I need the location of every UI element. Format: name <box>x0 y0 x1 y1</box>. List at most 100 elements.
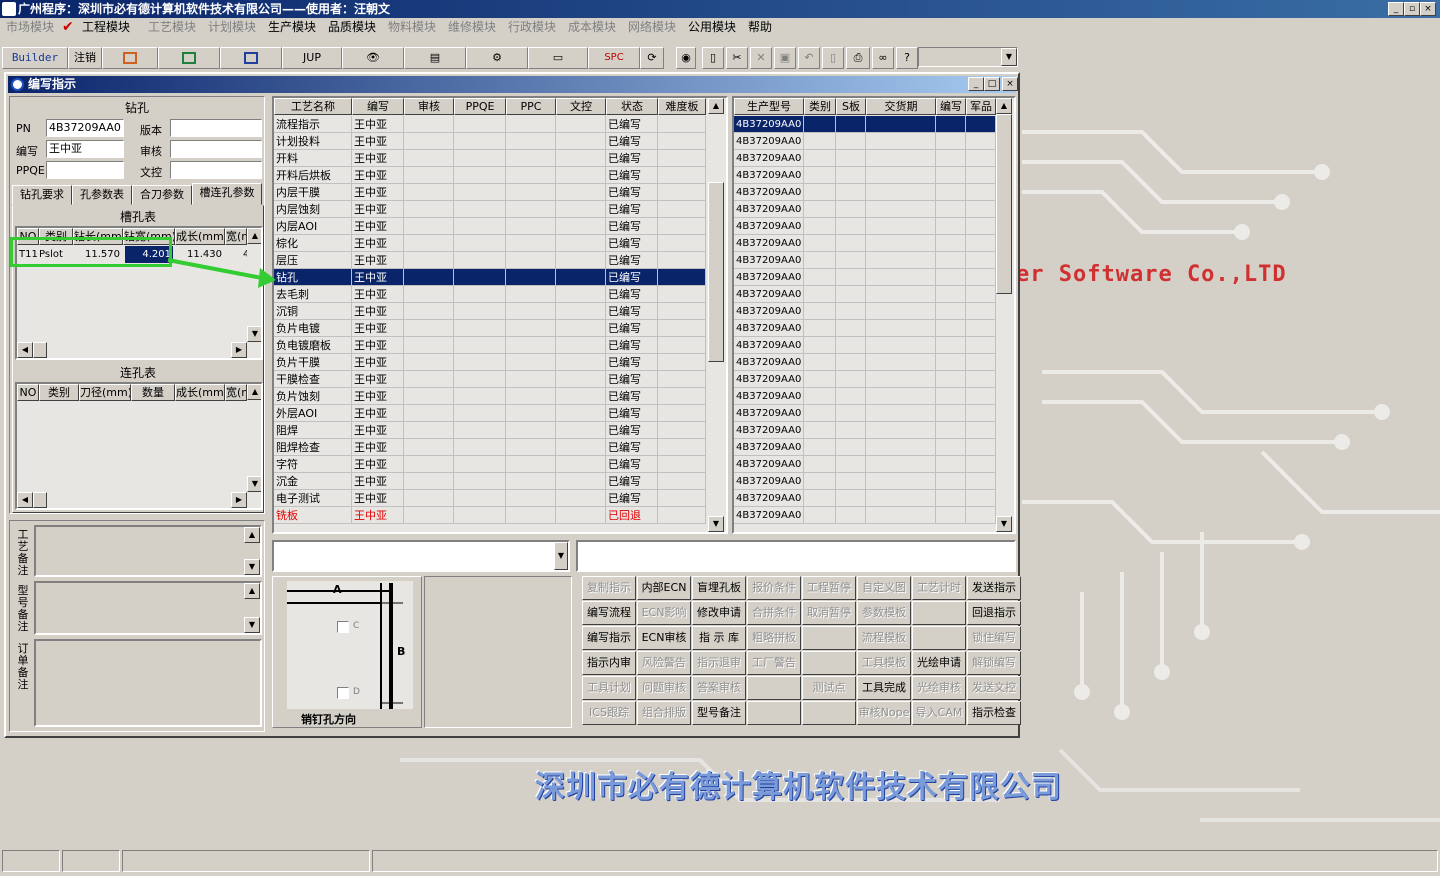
model-col-type[interactable]: 类别 <box>804 98 836 115</box>
window-close-button[interactable]: × <box>1002 77 1018 91</box>
window-minimize-button[interactable]: _ <box>968 77 984 91</box>
action-button[interactable]: 指示检查 <box>967 701 1021 725</box>
table-row[interactable]: 4B37209AA0 <box>734 439 996 456</box>
process-col-review[interactable]: 审核 <box>404 98 454 115</box>
process-vscroll[interactable]: ▲ ▼ <box>708 98 724 532</box>
action-button[interactable] <box>747 701 801 725</box>
action-button[interactable]: ECN审核 <box>637 626 691 650</box>
scroll-up-icon[interactable]: ▲ <box>247 384 261 400</box>
action-button[interactable]: 编写流程 <box>582 601 636 625</box>
table-row[interactable]: 负片蚀刻 王中亚 已编写 <box>274 388 706 405</box>
action-button[interactable] <box>802 701 856 725</box>
scroll-down-icon[interactable]: ▼ <box>996 516 1012 532</box>
table-row[interactable]: 开料后烘板 王中亚 已编写 <box>274 167 706 184</box>
table-row[interactable]: 4B37209AA0 <box>734 490 996 507</box>
table-row[interactable]: 4B37209AA0 <box>734 405 996 422</box>
table-row[interactable]: 4B37209AA0 <box>734 320 996 337</box>
table-row[interactable]: 4B37209AA0 <box>734 201 996 218</box>
slot-hscroll[interactable]: ◀ ▶ <box>17 342 247 358</box>
scroll-down-icon[interactable]: ▼ <box>708 516 724 532</box>
action-button[interactable]: 参数模板 <box>857 601 911 625</box>
table-row[interactable]: 内层干膜 王中亚 已编写 <box>274 184 706 201</box>
action-button[interactable]: 光绘审核 <box>912 676 966 700</box>
version-field[interactable] <box>170 119 262 137</box>
action-button[interactable]: 导入CAM <box>912 701 966 725</box>
process-col-ppc[interactable]: PPC <box>506 98 556 115</box>
menu-process[interactable]: 工艺模块 <box>148 19 196 35</box>
order-note-field[interactable] <box>34 639 262 727</box>
table-row[interactable]: 负片干膜 王中亚 已编写 <box>274 354 706 371</box>
link-col-diameter[interactable]: 刀径(mm) <box>79 384 131 401</box>
menu-network[interactable]: 网络模块 <box>628 19 676 35</box>
menu-common[interactable]: 公用模块 <box>688 19 736 35</box>
action-button[interactable]: 复制指示 <box>582 576 636 600</box>
pin-checkbox-c[interactable] <box>337 621 349 633</box>
table-row[interactable]: 4B37209AA0 <box>734 456 996 473</box>
table-row[interactable]: 内层AOI 王中亚 已编写 <box>274 218 706 235</box>
tab-tool-parameters[interactable]: 合刀参数 <box>132 185 192 205</box>
scroll-up-icon[interactable]: ▲ <box>244 527 260 543</box>
model-col-author[interactable]: 编写 <box>936 98 966 115</box>
excel-button[interactable] <box>158 47 220 69</box>
table-row[interactable]: 4B37209AA0 <box>734 337 996 354</box>
link-table[interactable]: NO 类别 刀径(mm) 数量 成长(mm) 宽(m ▲ ▼ ◀ ▶ <box>15 382 263 510</box>
table-row[interactable]: 4B37209AA0 <box>734 116 996 133</box>
cut-button[interactable]: ✂ <box>726 47 748 69</box>
model-col-s-board[interactable]: S板 <box>836 98 866 115</box>
tab-drill-requirements[interactable]: 钻孔要求 <box>12 185 72 205</box>
scroll-left-icon[interactable]: ◀ <box>17 342 33 358</box>
action-button[interactable]: 工具模板 <box>857 651 911 675</box>
delete-button[interactable]: ✕ <box>750 47 772 69</box>
process-table[interactable]: 工艺名称 编写 审核 PPQE PPC 文控 状态 难度板 流程指示 王中亚 已编写… <box>272 96 728 534</box>
table-row[interactable]: 铣板 王中亚 已回退 <box>274 507 706 524</box>
action-button[interactable]: 工程暂停 <box>802 576 856 600</box>
table-row[interactable]: 4B37209AA0 <box>734 133 996 150</box>
model-col-part-number[interactable]: 生产型号 <box>734 98 804 115</box>
scroll-right-icon[interactable]: ▶ <box>231 492 247 508</box>
table-row[interactable]: 负电镀磨板 王中亚 已编写 <box>274 337 706 354</box>
instruction-input[interactable] <box>576 540 1016 572</box>
action-button[interactable]: 自定义图 <box>857 576 911 600</box>
process-col-ppqe[interactable]: PPQE <box>454 98 506 115</box>
action-button[interactable]: 组合排版 <box>637 701 691 725</box>
process-note-field[interactable]: ▲ ▼ <box>34 525 262 577</box>
table-row[interactable]: 层压 王中亚 已编写 <box>274 252 706 269</box>
scroll-right-icon[interactable]: ▶ <box>231 342 247 358</box>
table-row[interactable]: 干膜检查 王中亚 已编写 <box>274 371 706 388</box>
table-row[interactable]: 阻焊检查 王中亚 已编写 <box>274 439 706 456</box>
model-col-due-date[interactable]: 交货期 <box>866 98 936 115</box>
tab-hole-parameters[interactable]: 孔参数表 <box>72 185 132 205</box>
action-button[interactable]: 发送指示 <box>967 576 1021 600</box>
action-button[interactable]: 流程模板 <box>857 626 911 650</box>
process-col-difficulty[interactable]: 难度板 <box>658 98 706 115</box>
action-button[interactable]: 工艺计时 <box>912 576 966 600</box>
scroll-down-icon[interactable]: ▼ <box>247 326 261 342</box>
table-row[interactable]: 4B37209AA0 <box>734 507 996 524</box>
action-button[interactable]: 合拼条件 <box>747 601 801 625</box>
action-button[interactable]: 答案审核 <box>692 676 746 700</box>
preview-button[interactable]: ▯ <box>822 47 844 69</box>
word-button[interactable] <box>220 47 282 69</box>
action-button[interactable]: ECN影响 <box>637 601 691 625</box>
link-hscroll[interactable]: ◀ ▶ <box>17 492 247 508</box>
table-row[interactable]: 负片电镀 王中亚 已编写 <box>274 320 706 337</box>
find-button[interactable]: ∞ <box>872 47 894 69</box>
menu-help[interactable]: 帮助 <box>748 19 772 35</box>
table-row[interactable]: 4B37209AA0 <box>734 371 996 388</box>
table-row[interactable]: 4B37209AA0 <box>734 150 996 167</box>
window-maximize-button[interactable]: □ <box>984 77 1000 91</box>
table-row[interactable]: 开料 王中亚 已编写 <box>274 150 706 167</box>
table-row[interactable]: 4B37209AA0 <box>734 184 996 201</box>
table-row[interactable]: 计划投料 王中亚 已编写 <box>274 133 706 150</box>
scroll-down-icon[interactable]: ▼ <box>244 559 260 575</box>
process-col-author[interactable]: 编写 <box>352 98 404 115</box>
scroll-up-icon[interactable]: ▲ <box>708 98 724 114</box>
action-button[interactable] <box>802 626 856 650</box>
link-col-finished-length[interactable]: 成长(mm) <box>175 384 225 401</box>
table-row[interactable]: 4B37209AA0 <box>734 218 996 235</box>
chevron-down-icon[interactable]: ▼ <box>1001 48 1017 66</box>
action-button[interactable]: 型号备注 <box>692 701 746 725</box>
scroll-up-icon[interactable]: ▲ <box>247 228 261 244</box>
action-button[interactable]: 审核Nope <box>857 701 911 725</box>
print-button[interactable]: ⎙ <box>846 47 870 69</box>
